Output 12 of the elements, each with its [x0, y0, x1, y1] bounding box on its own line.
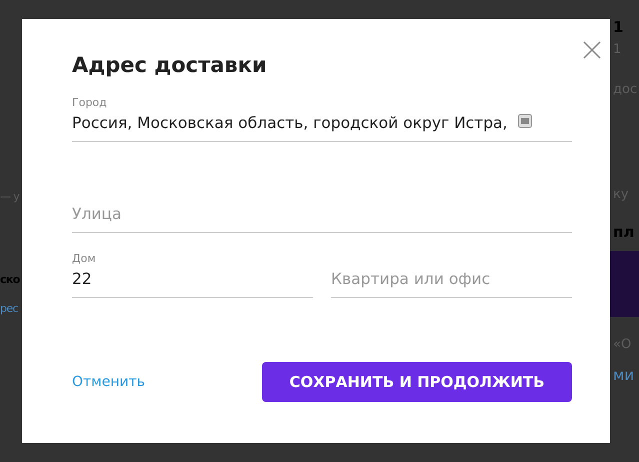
- input-field[interactable]: Россия, Московская область, городской округ Истра,: [72, 112, 572, 142]
- card-icon: [518, 114, 532, 128]
- input-field[interactable]: Квартира или офис: [331, 268, 572, 298]
- banner-background: [610, 250, 639, 317]
- save-button[interactable]: СОХРАНИТЬ И ПРОДОЛЖИТЬ: [262, 362, 572, 402]
- input-field[interactable]: Улица: [72, 202, 572, 234]
- background-text: ми: [613, 366, 636, 384]
- field-label: Дом: [72, 252, 97, 265]
- background-text: рес: [0, 302, 19, 316]
- input-field[interactable]: 22: [72, 268, 313, 298]
- dialog-title: Адрес доставки: [72, 53, 268, 78]
- field-label: Город: [72, 96, 108, 109]
